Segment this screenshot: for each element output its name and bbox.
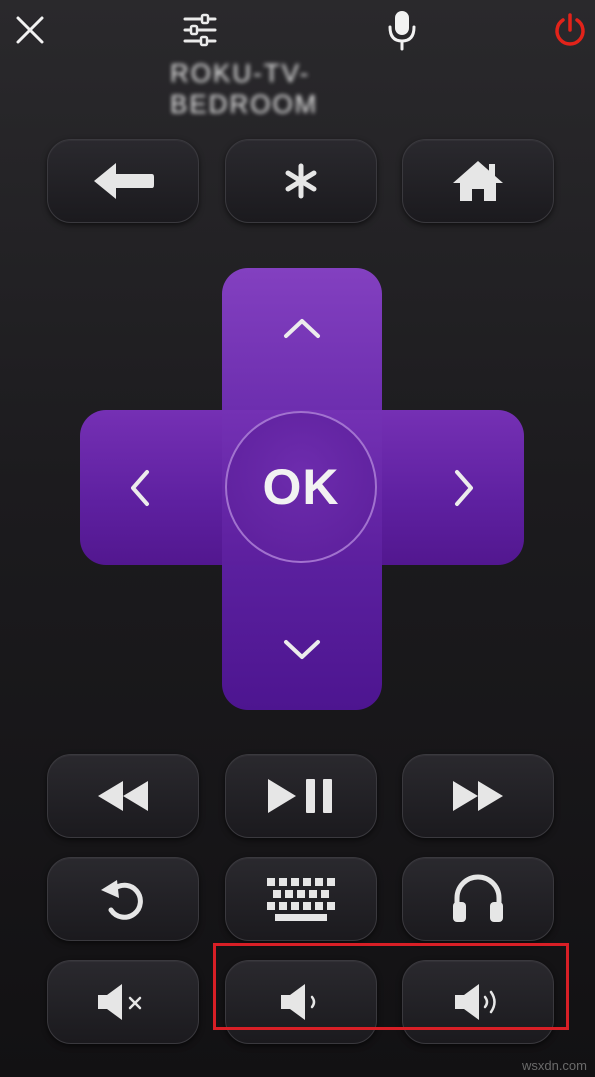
dpad-up-button[interactable] — [222, 288, 382, 368]
watermark: wsxdn.com — [521, 1058, 587, 1073]
settings-button[interactable] — [178, 10, 222, 50]
play-pause-button[interactable] — [225, 754, 377, 838]
close-icon — [16, 16, 44, 44]
keyboard-button[interactable] — [225, 857, 377, 941]
close-button[interactable] — [10, 12, 50, 48]
rewind-icon — [98, 781, 148, 811]
device-name: ROKU-TV-BEDROOM — [170, 58, 319, 119]
chevron-down-icon — [284, 640, 320, 659]
play-pause-icon — [268, 779, 332, 813]
back-button[interactable] — [47, 139, 199, 223]
ok-label: OK — [262, 459, 340, 515]
asterisk-icon — [285, 163, 317, 199]
volume-mute-icon — [98, 984, 142, 1020]
dpad-left-button[interactable] — [90, 410, 190, 565]
chevron-up-icon — [284, 319, 320, 338]
dpad-right-button[interactable] — [414, 410, 514, 565]
microphone-icon — [388, 11, 416, 51]
chevron-left-icon — [131, 469, 149, 506]
options-button[interactable] — [225, 139, 377, 223]
power-button[interactable] — [550, 10, 590, 50]
home-icon — [453, 161, 503, 201]
volume-highlight-box — [213, 943, 569, 1030]
dpad-down-button[interactable] — [222, 610, 382, 690]
fast-forward-icon — [453, 781, 503, 811]
voice-button[interactable] — [380, 8, 424, 52]
mute-button[interactable] — [47, 960, 199, 1044]
home-button[interactable] — [402, 139, 554, 223]
rewind-button[interactable] — [47, 754, 199, 838]
ok-button[interactable]: OK — [225, 411, 377, 563]
headphones-icon — [453, 874, 503, 922]
back-arrow-icon — [94, 163, 154, 199]
replay-icon — [101, 880, 143, 920]
fast-forward-button[interactable] — [402, 754, 554, 838]
sliders-icon — [183, 13, 217, 47]
dpad: OK — [80, 268, 524, 710]
instant-replay-button[interactable] — [47, 857, 199, 941]
keyboard-icon — [267, 878, 335, 921]
power-icon — [555, 13, 585, 46]
chevron-right-icon — [455, 469, 473, 506]
private-listening-button[interactable] — [402, 857, 554, 941]
